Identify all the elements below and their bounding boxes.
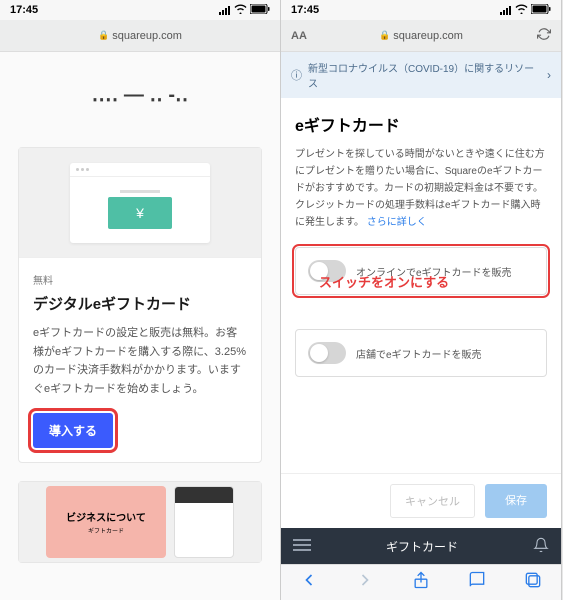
learn-more-link[interactable]: さらに詳しく — [367, 217, 427, 228]
stripe-card-illustration — [174, 486, 234, 558]
forward-icon[interactable] — [355, 570, 375, 595]
battery-icon — [531, 4, 551, 17]
reload-icon[interactable] — [537, 27, 551, 44]
bookmarks-icon[interactable] — [467, 570, 487, 595]
card-title: デジタルeギフトカード — [33, 293, 247, 314]
yen-icon: ¥ — [108, 197, 172, 229]
bell-icon[interactable] — [533, 537, 549, 556]
store-sales-toggle-row[interactable]: 店舗でeギフトカードを販売 — [295, 329, 547, 377]
left-phone: 17:45 🔒 squareup.com ‥‥ — ‥ ‐‥ ¥ 無料 — [0, 0, 281, 600]
page-description: プレゼントを探している時間がないときや遠くに住む方にプレゼントを贈りたい場合に、… — [295, 146, 547, 231]
address-bar[interactable]: AA 🔒 squareup.com — [281, 20, 561, 52]
footer-title: ギフトカード — [386, 538, 458, 555]
card-description: eギフトカードの設定と販売は無料。お客様がeギフトカードを購入する際に、3.25… — [33, 324, 247, 399]
page-title: eギフトカード — [295, 112, 547, 136]
about-business-card: ビジネスについて ギフトカード — [18, 481, 262, 563]
wifi-icon — [234, 4, 247, 17]
page-heading-truncated: ‥‥ — ‥ ‐‥ — [18, 52, 262, 147]
menu-icon[interactable] — [293, 538, 311, 555]
chevron-right-icon: › — [547, 68, 551, 82]
lock-icon: 🔒 — [379, 30, 390, 41]
address-bar[interactable]: 🔒 squareup.com — [0, 20, 280, 52]
status-time: 17:45 — [10, 4, 38, 16]
wifi-icon — [515, 4, 528, 17]
banner-text: 新型コロナウイルス（COVID-19）に関するリソース — [308, 60, 541, 90]
battery-icon — [250, 4, 270, 17]
left-page: ‥‥ — ‥ ‐‥ ¥ 無料 デジタルeギフトカード eギフトカードの設定と販売… — [0, 52, 280, 600]
cancel-button[interactable]: キャンセル — [390, 484, 475, 518]
action-bar: キャンセル 保存 — [281, 473, 561, 528]
status-time: 17:45 — [291, 4, 319, 16]
status-indicators — [500, 4, 551, 17]
info-icon: ⓘ — [291, 67, 302, 83]
back-icon[interactable] — [299, 570, 319, 595]
annotation-callout: スイッチをオンにする — [319, 272, 449, 291]
reader-aa-button[interactable]: AA — [291, 30, 307, 42]
status-bar: 17:45 — [281, 0, 561, 20]
app-footer-nav: ギフトカード — [281, 528, 561, 564]
pink-card-illustration: ビジネスについて ギフトカード — [46, 486, 166, 558]
safari-toolbar — [281, 564, 561, 600]
introduce-button[interactable]: 導入する — [33, 413, 113, 448]
domain-text: squareup.com — [112, 30, 182, 42]
digital-gift-card-block: ¥ 無料 デジタルeギフトカード eギフトカードの設定と販売は無料。お客様がeギ… — [18, 147, 262, 463]
right-phone: 17:45 AA 🔒 squareup.com ⓘ 新型コロナウイルス（COVI… — [281, 0, 562, 600]
free-badge: 無料 — [33, 272, 247, 287]
toggle-switch[interactable] — [308, 342, 346, 364]
domain-text: squareup.com — [393, 30, 463, 42]
covid-banner[interactable]: ⓘ 新型コロナウイルス（COVID-19）に関するリソース › — [281, 52, 561, 98]
right-page: ⓘ 新型コロナウイルス（COVID-19）に関するリソース › eギフトカード … — [281, 52, 561, 600]
share-icon[interactable] — [411, 570, 431, 595]
toggle-label: 店舗でeギフトカードを販売 — [356, 346, 482, 361]
card-illustration: ¥ — [19, 148, 261, 258]
tabs-icon[interactable] — [523, 570, 543, 595]
save-button[interactable]: 保存 — [485, 484, 547, 518]
status-bar: 17:45 — [0, 0, 280, 20]
lock-icon: 🔒 — [98, 30, 109, 41]
status-indicators — [219, 4, 270, 17]
